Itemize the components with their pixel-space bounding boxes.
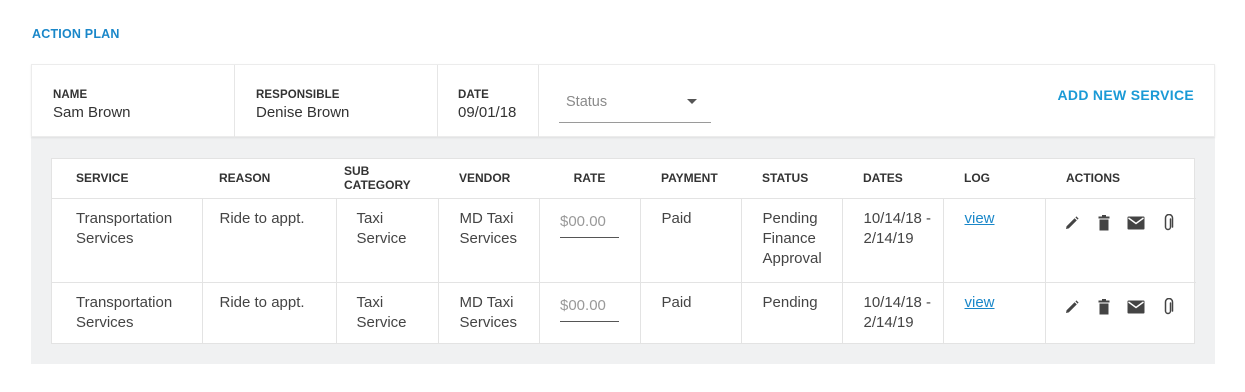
row-actions <box>1056 209 1197 233</box>
name-label: NAME <box>53 89 88 101</box>
cell-rate: $00.00 <box>539 282 641 344</box>
log-view-link[interactable]: view <box>965 210 995 227</box>
action-plan-panel: NAME Sam Brown RESPONSIBLE Denise Brown … <box>31 64 1215 364</box>
pencil-icon[interactable] <box>1056 297 1088 317</box>
rate-input[interactable]: $00.00 <box>560 296 619 322</box>
rate-input[interactable]: $00.00 <box>560 212 619 238</box>
table-row: Transportation Services Ride to appt. Ta… <box>52 282 1196 344</box>
cell-vendor: MD Taxi Services <box>438 198 540 282</box>
cell-sub-category: Taxi Service <box>336 198 439 282</box>
responsible-label: RESPONSIBLE <box>256 89 340 101</box>
log-view-link[interactable]: view <box>965 294 995 311</box>
cell-dates: 10/14/18 - 2/14/19 <box>842 282 944 344</box>
col-header-actions: ACTIONS <box>1045 159 1196 199</box>
cell-status: Pending <box>741 282 843 344</box>
envelope-icon[interactable] <box>1120 213 1152 233</box>
status-placeholder: Status <box>566 94 608 110</box>
table-header-row: SERVICE REASON SUB CATEGORY VENDOR RATE … <box>52 159 1196 199</box>
services-table: SERVICE REASON SUB CATEGORY VENDOR RATE … <box>51 158 1196 344</box>
date-label: DATE <box>458 89 489 101</box>
col-header-status: STATUS <box>741 159 842 199</box>
responsible-value: Denise Brown <box>256 104 350 121</box>
cell-service: Transportation Services <box>52 198 203 282</box>
pencil-icon[interactable] <box>1056 213 1088 233</box>
date-value: 09/01/18 <box>458 104 517 121</box>
row-actions <box>1056 293 1197 317</box>
col-header-rate: RATE <box>539 159 640 199</box>
cell-payment: Paid <box>640 282 742 344</box>
cell-rate: $00.00 <box>539 198 641 282</box>
name-value: Sam Brown <box>53 104 131 121</box>
paperclip-icon[interactable] <box>1152 213 1184 233</box>
cell-log: view <box>943 282 1046 344</box>
cell-dates: 10/14/18 - 2/14/19 <box>842 198 944 282</box>
status-dropdown[interactable]: Status <box>559 89 711 123</box>
responsible-field: RESPONSIBLE Denise Brown <box>235 65 438 138</box>
col-header-reason: REASON <box>202 159 336 199</box>
caret-down-icon <box>687 99 697 104</box>
cell-actions <box>1045 282 1196 344</box>
cell-vendor: MD Taxi Services <box>438 282 540 344</box>
cell-service: Transportation Services <box>52 282 203 344</box>
envelope-icon[interactable] <box>1120 297 1152 317</box>
plan-header: NAME Sam Brown RESPONSIBLE Denise Brown … <box>31 64 1215 138</box>
cell-log: view <box>943 198 1046 282</box>
cell-reason: Ride to appt. <box>202 282 337 344</box>
col-header-service: SERVICE <box>52 159 202 199</box>
col-header-payment: PAYMENT <box>640 159 741 199</box>
col-header-sub-category: SUB CATEGORY <box>336 159 438 199</box>
table-row: Transportation Services Ride to appt. Ta… <box>52 198 1196 282</box>
add-new-service-button[interactable]: ADD NEW SERVICE <box>1058 87 1194 103</box>
cell-payment: Paid <box>640 198 742 282</box>
cell-reason: Ride to appt. <box>202 198 337 282</box>
col-header-dates: DATES <box>842 159 943 199</box>
trash-icon[interactable] <box>1088 213 1120 233</box>
date-field: DATE 09/01/18 <box>438 65 539 138</box>
cell-status: Pending Finance Approval <box>741 198 843 282</box>
trash-icon[interactable] <box>1088 297 1120 317</box>
page-title: ACTION PLAN <box>32 27 120 41</box>
col-header-log: LOG <box>943 159 1045 199</box>
col-header-vendor: VENDOR <box>438 159 539 199</box>
cell-sub-category: Taxi Service <box>336 282 439 344</box>
name-field: NAME Sam Brown <box>32 65 235 138</box>
cell-actions <box>1045 198 1196 282</box>
paperclip-icon[interactable] <box>1152 297 1184 317</box>
